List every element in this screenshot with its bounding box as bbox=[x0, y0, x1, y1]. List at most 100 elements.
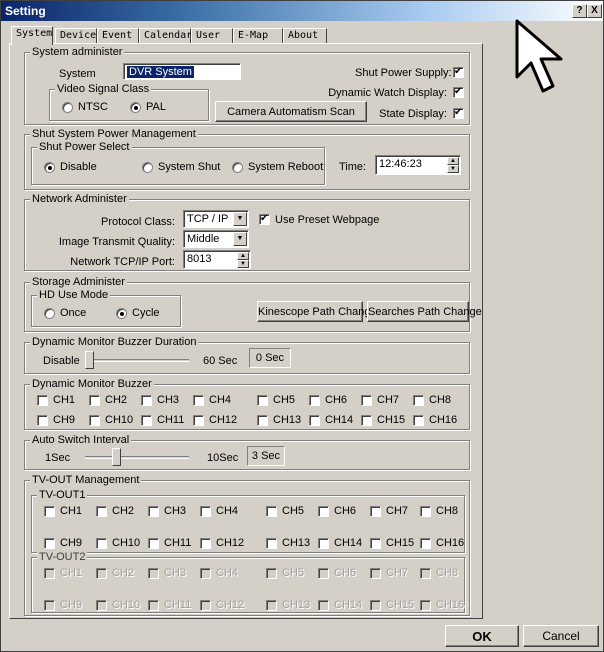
buzzer-ch-checkbox-14[interactable] bbox=[309, 415, 320, 426]
tvout1-ch-checkbox-10[interactable] bbox=[96, 538, 107, 549]
camera-scan-button[interactable]: Camera Automatism Scan bbox=[215, 101, 367, 122]
buzzer-ch-label-8: CH8 bbox=[429, 394, 452, 406]
buzzer-ch-checkbox-15[interactable] bbox=[361, 415, 372, 426]
cycle-radio[interactable] bbox=[116, 308, 127, 319]
shut-power-label: Shut System Power Management bbox=[30, 128, 198, 140]
tab-event[interactable]: Event bbox=[97, 28, 139, 44]
ok-button[interactable]: OK bbox=[445, 625, 519, 647]
auto-switch-max-label: 10Sec bbox=[207, 452, 239, 464]
tvout2-ch-label-10: CH10 bbox=[112, 599, 141, 611]
buzzer-ch-checkbox-16[interactable] bbox=[413, 415, 424, 426]
buzzer-ch-checkbox-3[interactable] bbox=[141, 395, 152, 406]
preset-webpage-checkbox[interactable] bbox=[259, 213, 270, 225]
buzzer-ch-checkbox-5[interactable] bbox=[257, 395, 268, 406]
searches-path-button[interactable]: Searches Path Change bbox=[367, 301, 482, 322]
tvout1-ch-checkbox-6[interactable] bbox=[318, 506, 329, 517]
tvout1-ch-checkbox-7[interactable] bbox=[370, 506, 381, 517]
tvout1-ch-checkbox-15[interactable] bbox=[370, 538, 381, 549]
buzzer-value: 0 Sec bbox=[249, 348, 291, 368]
tvout2-ch-label-1: CH1 bbox=[60, 567, 83, 579]
buzzer-slider-track[interactable] bbox=[85, 359, 189, 362]
buzzer-ch-checkbox-8[interactable] bbox=[413, 395, 424, 406]
buzzer-ch-checkbox-4[interactable] bbox=[193, 395, 204, 406]
spin-up-icon[interactable]: ▲ bbox=[447, 157, 459, 165]
buzzer-ch-checkbox-9[interactable] bbox=[37, 415, 48, 426]
tvout1-ch-checkbox-1[interactable] bbox=[44, 506, 55, 517]
tvout-label: TV-OUT Management bbox=[30, 474, 142, 486]
tab-device[interactable]: Device bbox=[55, 28, 97, 44]
kinescope-path-button[interactable]: Kinescope Path Change bbox=[257, 301, 377, 322]
tvout1-ch-label-10: CH10 bbox=[112, 537, 141, 549]
tvout1-ch-checkbox-4[interactable] bbox=[200, 506, 211, 517]
buzzer-ch-checkbox-7[interactable] bbox=[361, 395, 372, 406]
chevron-down-icon[interactable]: ▼ bbox=[233, 232, 247, 246]
system-reboot-radio[interactable] bbox=[232, 162, 243, 173]
spin-down-icon[interactable]: ▼ bbox=[237, 260, 249, 268]
auto-switch-min-label: 1Sec bbox=[45, 452, 71, 464]
tab-calendar[interactable]: Calendar bbox=[139, 28, 192, 44]
tvout1-ch-label-2: CH2 bbox=[112, 505, 135, 517]
tvout1-ch-checkbox-8[interactable] bbox=[420, 506, 431, 517]
tvout1-ch-checkbox-3[interactable] bbox=[148, 506, 159, 517]
tvout1-group: TV-OUT1 CH1 CH2 CH3 CH4 CH5 CH6 CH7 CH8 CH9 CH10 C… bbox=[31, 489, 465, 553]
tvout2-ch-checkbox-9 bbox=[44, 600, 55, 611]
auto-switch-slider-thumb[interactable] bbox=[112, 448, 122, 466]
buzzer-ch-checkbox-10[interactable] bbox=[89, 415, 100, 426]
spin-up-icon[interactable]: ▲ bbox=[237, 252, 249, 260]
tvout1-ch-checkbox-14[interactable] bbox=[318, 538, 329, 549]
auto-switch-slider-track[interactable] bbox=[85, 456, 189, 459]
tvout1-ch-label-11: CH11 bbox=[164, 537, 192, 549]
tab-system[interactable]: System bbox=[11, 26, 53, 45]
buzzer-ch-checkbox-12[interactable] bbox=[193, 415, 204, 426]
close-button[interactable]: X bbox=[587, 4, 602, 18]
help-button[interactable]: ? bbox=[572, 4, 587, 18]
buzzer-slider-thumb[interactable] bbox=[85, 351, 94, 369]
buzzer-ch-label-15: CH15 bbox=[377, 414, 406, 426]
tvout1-ch-label-8: CH8 bbox=[436, 505, 459, 517]
time-value: 12:46:23 bbox=[379, 158, 422, 170]
tvout1-ch-checkbox-12[interactable] bbox=[200, 538, 211, 549]
dynamic-watch-display-checkbox[interactable] bbox=[453, 86, 464, 98]
buzzer-ch-checkbox-2[interactable] bbox=[89, 395, 100, 406]
title-bar: Setting ? X bbox=[1, 1, 603, 21]
tab-user[interactable]: User bbox=[191, 28, 233, 44]
buzzer-ch-checkbox-11[interactable] bbox=[141, 415, 152, 426]
buzzer-ch-label-3: CH3 bbox=[157, 394, 180, 406]
once-label: Once bbox=[60, 307, 87, 319]
tvout1-ch-checkbox-16[interactable] bbox=[420, 538, 431, 549]
tvout1-ch-checkbox-5[interactable] bbox=[266, 506, 277, 517]
system-shut-radio[interactable] bbox=[142, 162, 153, 173]
tab-about[interactable]: About bbox=[283, 28, 327, 44]
buzzer-ch-label-7: CH7 bbox=[377, 394, 400, 406]
quality-select[interactable]: Middle ▼ bbox=[183, 230, 249, 248]
buzzer-ch-checkbox-6[interactable] bbox=[309, 395, 320, 406]
tab-emap[interactable]: E-Map bbox=[233, 28, 283, 44]
system-admin-group: System administer System DVR System Vide… bbox=[24, 46, 470, 125]
tvout2-ch-label-16: CH16 bbox=[436, 599, 465, 611]
spin-down-icon[interactable]: ▼ bbox=[447, 165, 459, 173]
state-display-checkbox[interactable] bbox=[453, 107, 464, 119]
ntsc-radio[interactable] bbox=[62, 102, 73, 113]
tvout1-ch-checkbox-13[interactable] bbox=[266, 538, 277, 549]
pal-radio[interactable] bbox=[130, 102, 141, 113]
tvout2-ch-checkbox-11 bbox=[148, 600, 159, 611]
port-input[interactable]: 8013 ▲ ▼ bbox=[183, 250, 251, 269]
buzzer-ch-checkbox-1[interactable] bbox=[37, 395, 48, 406]
ntsc-label: NTSC bbox=[78, 101, 108, 113]
tvout1-ch-checkbox-9[interactable] bbox=[44, 538, 55, 549]
buzzer-channels-group: Dynamic Monitor Buzzer CH1 CH2 CH3 CH4 CH5 CH… bbox=[24, 378, 470, 430]
time-input[interactable]: 12:46:23 ▲ ▼ bbox=[375, 155, 461, 175]
once-radio[interactable] bbox=[44, 308, 55, 319]
system-name-input[interactable]: DVR System bbox=[123, 63, 241, 80]
buzzer-ch-label-4: CH4 bbox=[209, 394, 232, 406]
tvout1-ch-checkbox-11[interactable] bbox=[148, 538, 159, 549]
buzzer-ch-checkbox-13[interactable] bbox=[257, 415, 268, 426]
tvout2-ch-label-12: CH12 bbox=[216, 599, 245, 611]
chevron-down-icon[interactable]: ▼ bbox=[233, 212, 247, 226]
shut-power-supply-checkbox[interactable] bbox=[453, 66, 464, 78]
disable-radio[interactable] bbox=[44, 162, 55, 173]
protocol-select[interactable]: TCP / IP ▼ bbox=[183, 210, 249, 228]
buzzer-ch-label-6: CH6 bbox=[325, 394, 348, 406]
cancel-button[interactable]: Cancel bbox=[523, 625, 599, 647]
tvout1-ch-checkbox-2[interactable] bbox=[96, 506, 107, 517]
